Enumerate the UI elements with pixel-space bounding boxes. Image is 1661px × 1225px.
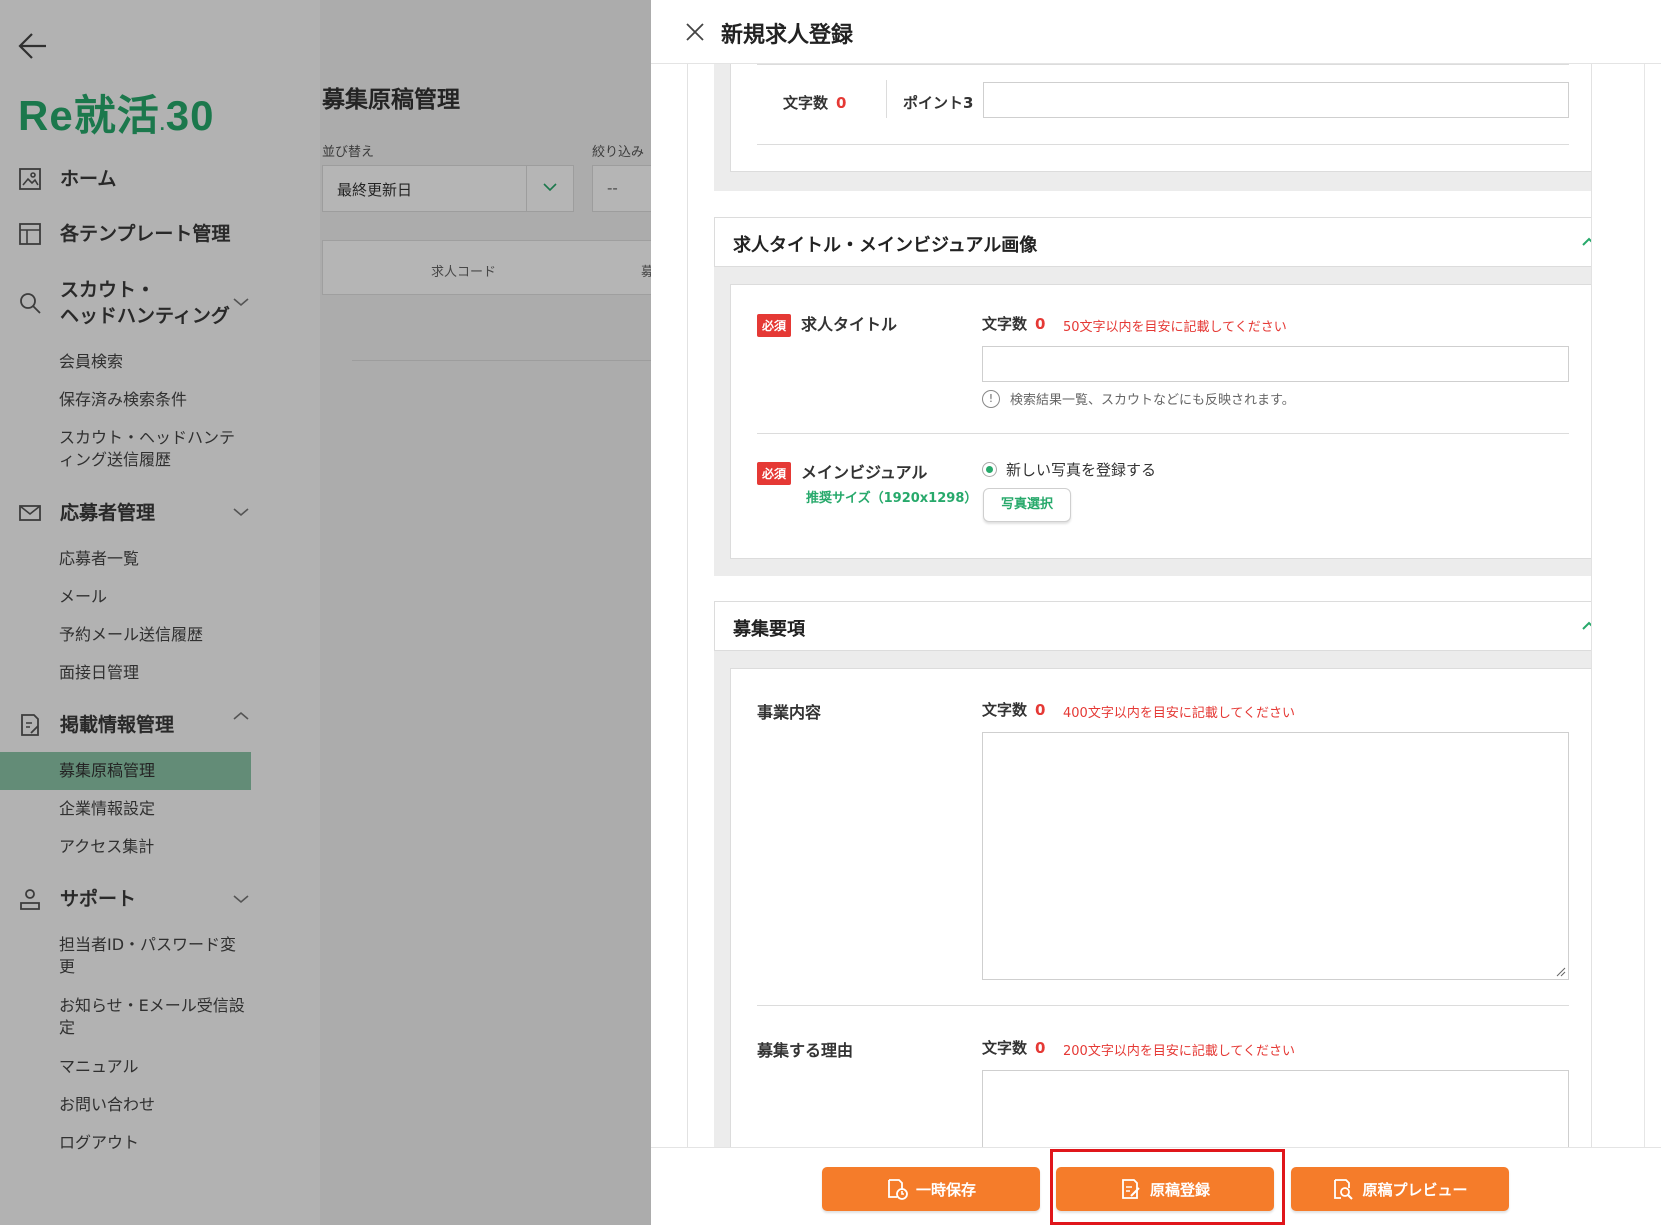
count-value: 0 <box>836 94 847 112</box>
visual-size-note: 推奨サイズ（1920x1298） <box>806 491 978 506</box>
reason-count: 文字数 0 <box>982 1037 1045 1058</box>
section-title-visual-body: 必須 求人タイトル 文字数 0 50文字以内を目安に記載してください ! 検索結果一覧… <box>714 267 1591 576</box>
count-label: 文字数 <box>982 315 1028 333</box>
business-count: 文字数 0 <box>982 699 1045 720</box>
resize-grip-icon[interactable] <box>1556 967 1566 977</box>
count-label: 文字数 <box>982 701 1028 719</box>
business-hint: 400文字以内を目安に記載してください <box>1063 706 1296 721</box>
radio-selected[interactable] <box>982 462 997 477</box>
chevron-up-icon[interactable] <box>1581 237 1592 247</box>
count-label: 文字数 <box>982 1039 1028 1057</box>
reason-hint: 200文字以内を目安に記載してください <box>1063 1044 1296 1059</box>
vertical-divider <box>886 80 887 118</box>
recruit-card: 事業内容 文字数 0 400文字以内を目安に記載してください 募集する理由 文字数… <box>730 668 1591 1147</box>
chevron-up-icon[interactable] <box>1581 621 1592 631</box>
save-temp-button[interactable]: 一時保存 <box>822 1167 1040 1211</box>
points-card: 文字数 0 ポイント3 <box>730 64 1591 172</box>
section-title-visual-heading: 求人タイトル・メインビジュアル画像 <box>733 235 1038 256</box>
divider <box>757 144 1569 145</box>
count-value: 0 <box>1035 315 1046 333</box>
info-text: 検索結果一覧、スカウトなどにも反映されます。 <box>1010 393 1295 408</box>
visual-row-label: 必須 メインビジュアル <box>757 459 927 485</box>
job-title-count: 文字数 0 <box>982 313 1045 334</box>
points-section: 文字数 0 ポイント3 <box>714 64 1591 191</box>
visual-label: メインビジュアル <box>801 463 928 482</box>
new-job-drawer: 新規求人登録 文字数 0 ポイント3 求人タイトル・メインビジュアル画像 必須 … <box>651 0 1661 1225</box>
job-title-row-label: 必須 求人タイトル <box>757 311 897 337</box>
drawer-header: 新規求人登録 <box>651 0 1661 64</box>
section-recruit-heading: 募集要項 <box>733 619 805 640</box>
new-photo-label: 新しい写真を登録する <box>1006 461 1157 479</box>
job-title-label: 求人タイトル <box>801 315 898 334</box>
count-value: 0 <box>1035 701 1046 719</box>
reason-textarea[interactable] <box>982 1070 1569 1147</box>
point3-input[interactable] <box>983 82 1569 118</box>
divider <box>757 433 1569 434</box>
business-label: 事業内容 <box>757 703 822 722</box>
reason-label: 募集する理由 <box>757 1041 854 1060</box>
preview-draft-button[interactable]: 原稿プレビュー <box>1291 1167 1509 1211</box>
highlight-annotation <box>1050 1149 1285 1225</box>
close-icon[interactable] <box>685 22 705 42</box>
count-value: 0 <box>1035 1039 1046 1057</box>
modal-overlay[interactable] <box>0 0 651 1225</box>
preview-icon <box>1334 1179 1354 1200</box>
app-window: Re就活.30 ホーム 各テンプレート管理 スカウト・ ヘッドハンティング 会員… <box>0 0 1661 1225</box>
required-badge: 必須 <box>757 314 792 337</box>
point3-label: ポイント3 <box>903 94 974 112</box>
divider <box>757 64 1569 65</box>
title-visual-card: 必須 求人タイトル 文字数 0 50文字以内を目安に記載してください ! 検索結果一覧… <box>730 284 1591 559</box>
info-icon: ! <box>982 389 1000 408</box>
business-textarea[interactable] <box>982 732 1569 980</box>
drawer-title: 新規求人登録 <box>721 23 854 48</box>
scrollbar-track[interactable] <box>1644 64 1645 1147</box>
count-label: 文字数 <box>783 94 829 112</box>
job-title-hint: 50文字以内を目安に記載してください <box>1063 320 1287 335</box>
new-photo-radio[interactable]: 新しい写真を登録する <box>982 459 1156 480</box>
section-title-visual-header[interactable]: 求人タイトル・メインビジュアル画像 <box>714 217 1592 267</box>
job-title-input[interactable] <box>982 346 1569 382</box>
job-title-info: ! 検索結果一覧、スカウトなどにも反映されます。 <box>982 389 1295 408</box>
save-temp-icon <box>888 1179 908 1200</box>
section-recruit-header[interactable]: 募集要項 <box>714 601 1592 651</box>
save-temp-label: 一時保存 <box>915 1180 976 1199</box>
photo-select-button[interactable]: 写真選択 <box>983 488 1071 522</box>
point3-count: 文字数 0 <box>783 92 846 113</box>
preview-draft-label: 原稿プレビュー <box>1362 1180 1468 1199</box>
divider <box>757 1005 1569 1006</box>
section-recruit-body: 事業内容 文字数 0 400文字以内を目安に記載してください 募集する理由 文字数… <box>714 651 1591 1147</box>
required-badge: 必須 <box>757 462 792 485</box>
drawer-scroll-body: 文字数0 ポイント3 求人タイトル・メインビジュアル画像 必須求人タイトル <box>687 64 1592 1147</box>
